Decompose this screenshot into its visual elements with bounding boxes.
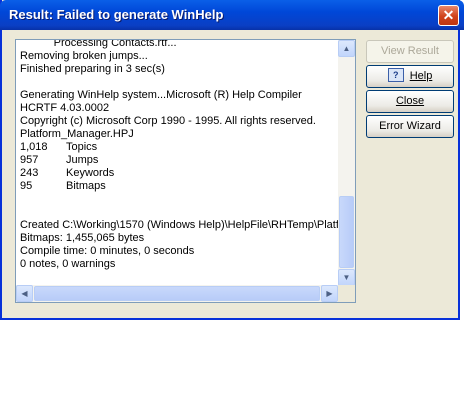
- stat-count: 957: [20, 154, 39, 166]
- scrollbar-corner: [338, 285, 355, 302]
- stat-label: Topics: [66, 141, 98, 153]
- window-title: Result: Failed to generate WinHelp: [9, 7, 224, 22]
- output-line: Bitmaps: 1,455,065 bytes: [20, 232, 145, 244]
- stat-label: Jumps: [66, 154, 99, 166]
- compile-output-box[interactable]: Processing Contacts.rtf... Removing broke…: [15, 39, 356, 303]
- close-icon: ✕: [442, 7, 455, 23]
- scroll-left-arrow-icon: ◀: [21, 289, 28, 298]
- output-line: Compile time: 0 minutes, 0 seconds: [20, 245, 195, 257]
- close-button[interactable]: Close: [366, 90, 454, 113]
- error-wizard-label: Error Wizard: [379, 120, 441, 132]
- output-line: 957 Jumps: [20, 154, 338, 167]
- horizontal-scroll-thumb[interactable]: [34, 286, 320, 301]
- output-line: Processing Contacts.rtf...: [20, 39, 177, 49]
- stat-count: 243: [20, 167, 39, 179]
- vertical-scrollbar[interactable]: ▲ ▼: [338, 40, 355, 286]
- scroll-down-button[interactable]: ▼: [338, 269, 355, 286]
- scroll-right-arrow-icon: ▶: [326, 289, 333, 298]
- stat-label: Keywords: [66, 167, 115, 179]
- title-bar[interactable]: Result: Failed to generate WinHelp ✕: [0, 0, 464, 30]
- output-line: 95 Bitmaps: [20, 180, 338, 193]
- scroll-down-arrow-icon: ▼: [342, 273, 351, 282]
- output-line: Removing broken jumps...: [20, 50, 148, 62]
- help-button[interactable]: ? Help: [366, 65, 454, 88]
- view-result-label: View Result: [381, 45, 439, 57]
- output-text: Processing Contacts.rtf... Removing broke…: [20, 39, 338, 277]
- stat-count: 95: [20, 180, 33, 192]
- output-line: Finished preparing in 3 sec(s): [20, 63, 165, 75]
- output-line: 243 Keywords: [20, 167, 338, 180]
- help-label: Help: [409, 70, 433, 82]
- output-line: 1,018 Topics: [20, 141, 338, 154]
- scroll-left-button[interactable]: ◀: [16, 285, 33, 302]
- scroll-up-arrow-icon: ▲: [342, 44, 351, 53]
- scroll-up-button[interactable]: ▲: [338, 40, 355, 57]
- error-wizard-button[interactable]: Error Wizard: [366, 115, 454, 138]
- vertical-scroll-thumb[interactable]: [339, 196, 354, 268]
- stat-label: Bitmaps: [66, 180, 106, 192]
- output-line: Platform_Manager.HPJ: [20, 128, 134, 140]
- output-line: Copyright (c) Microsoft Corp 1990 - 1995…: [20, 115, 316, 127]
- result-dialog: Result: Failed to generate WinHelp ✕ Pro…: [0, 0, 464, 320]
- output-line: Generating WinHelp system...Microsoft (R…: [20, 89, 302, 101]
- output-line: 0 notes, 0 warnings: [20, 258, 116, 270]
- horizontal-scrollbar[interactable]: ◀ ▶: [16, 285, 338, 302]
- output-line: HCRTF 4.03.0002: [20, 102, 110, 114]
- output-line: Created C:\Working\1570 (Windows Help)\H…: [20, 219, 338, 231]
- close-label: Close: [395, 95, 425, 107]
- stat-count: 1,018: [20, 141, 48, 153]
- scroll-right-button[interactable]: ▶: [321, 285, 338, 302]
- close-window-button[interactable]: ✕: [438, 5, 459, 26]
- help-icon: ?: [387, 68, 404, 83]
- view-result-button[interactable]: View Result: [366, 40, 454, 63]
